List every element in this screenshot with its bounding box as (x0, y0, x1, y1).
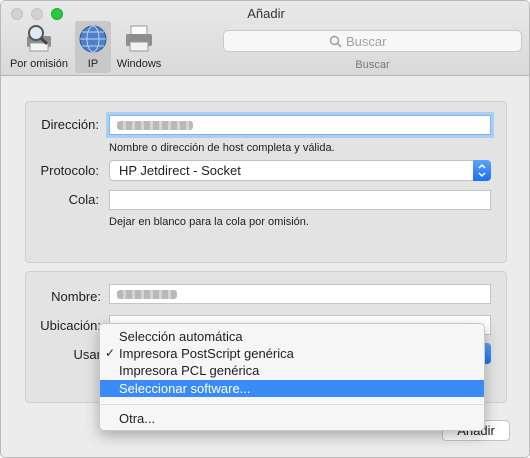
tab-ip-label: IP (87, 58, 99, 70)
tab-default-printers[interactable]: Por omisión (3, 21, 75, 73)
menu-item-label: Selección automática (119, 329, 243, 344)
menu-item-label: Impresora PCL genérica (119, 363, 260, 378)
magnifier-printer-icon (27, 25, 51, 52)
menu-item-label: Otra... (119, 411, 156, 426)
tab-windows[interactable]: Windows (111, 21, 167, 73)
checkmark-icon: ✓ (105, 346, 116, 360)
address-hint: Nombre o dirección de host completa y vá… (109, 142, 335, 154)
menu-item-label: Impresora PostScript genérica (119, 346, 294, 361)
queue-label: Cola: (68, 192, 99, 207)
address-label: Dirección: (41, 117, 99, 132)
tab-ip[interactable]: IP (75, 21, 111, 73)
protocol-value: HP Jetdirect - Socket (119, 163, 241, 178)
use-label: Usar (73, 347, 101, 362)
queue-hint: Dejar en blanco para la cola por omisión… (109, 216, 309, 228)
menu-separator (100, 404, 484, 405)
globe-icon (79, 25, 107, 53)
address-redacted-value (117, 121, 193, 130)
location-label: Ubicación: (40, 318, 101, 333)
add-printer-window: Añadir Por omisión IP Windows Buscar Bus… (0, 0, 530, 458)
toolbar: Añadir Por omisión IP Windows Buscar Bus… (1, 1, 529, 76)
name-redacted-value (117, 290, 177, 299)
menu-item-auto-select[interactable]: Selección automática (100, 328, 484, 345)
protocol-label: Protocolo: (40, 163, 99, 178)
menu-item-generic-pcl[interactable]: Impresora PCL genérica (100, 362, 484, 379)
window-title: Añadir (247, 6, 285, 21)
address-field[interactable] (109, 115, 491, 135)
name-field[interactable] (109, 284, 491, 304)
search-icon (329, 35, 342, 48)
queue-field[interactable] (109, 190, 491, 210)
menu-item-generic-postscript[interactable]: ✓ Impresora PostScript genérica (100, 345, 484, 362)
tab-default-label: Por omisión (9, 58, 69, 70)
tab-windows-label: Windows (116, 58, 162, 70)
name-label: Nombre: (51, 289, 101, 304)
search-input[interactable] (346, 33, 506, 49)
menu-item-other[interactable]: Otra... (100, 410, 484, 427)
popup-stepper-icon (473, 160, 491, 181)
protocol-popup[interactable]: HP Jetdirect - Socket (109, 160, 491, 181)
search-field[interactable] (223, 30, 522, 52)
driver-menu: Selección automática ✓ Impresora PostScr… (99, 323, 485, 431)
printer-icon (126, 25, 152, 52)
menu-item-select-software[interactable]: Seleccionar software... (100, 380, 484, 397)
menu-item-label: Seleccionar software... (119, 381, 251, 396)
search-caption: Buscar (355, 59, 390, 71)
